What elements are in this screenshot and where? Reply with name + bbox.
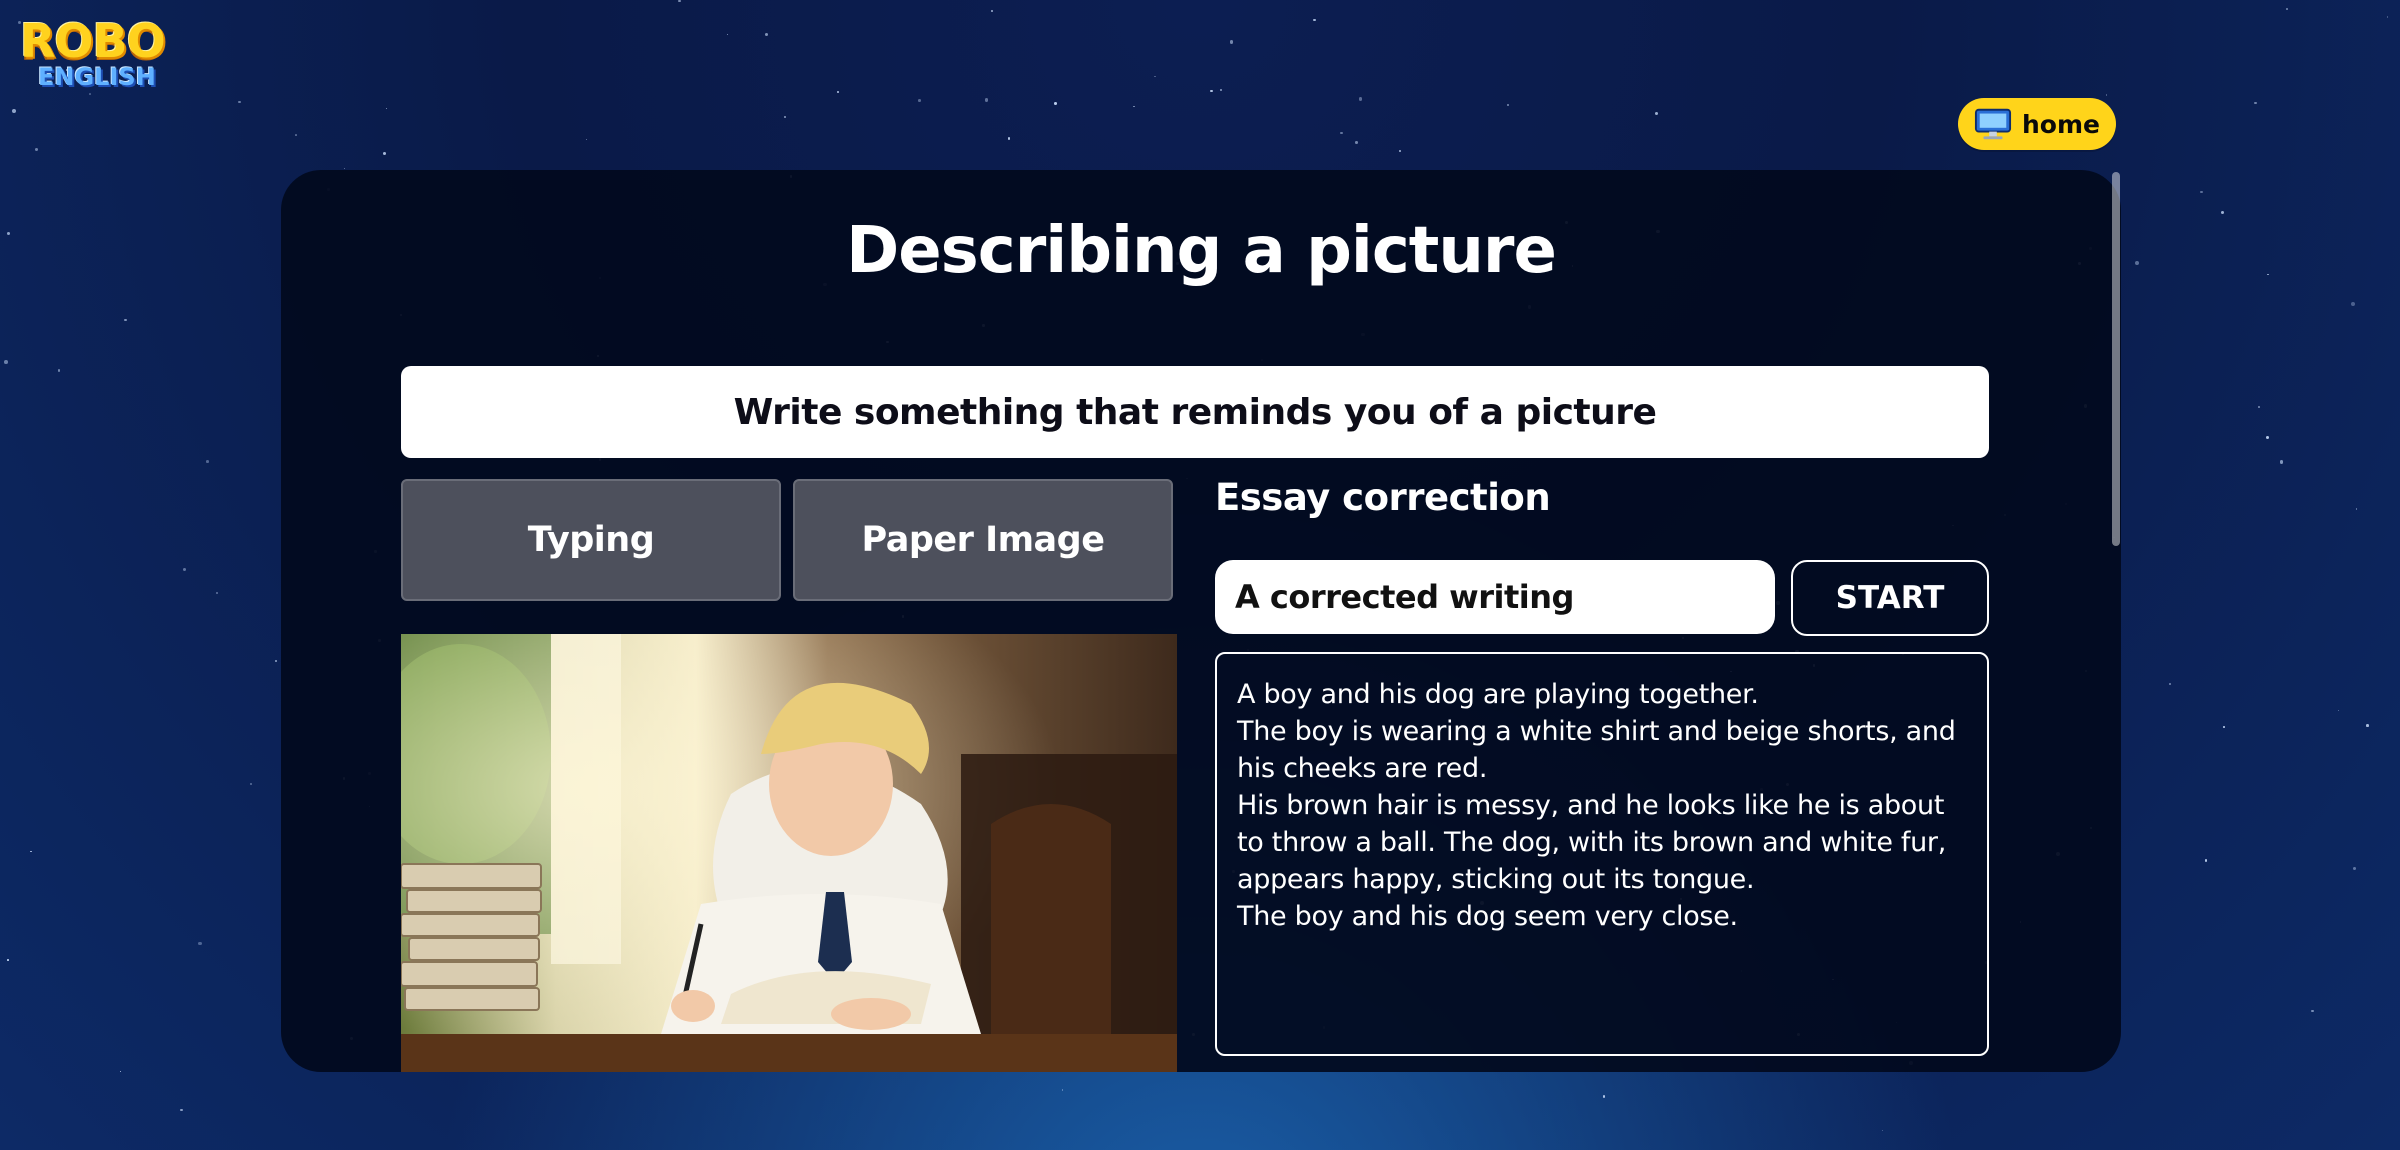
star-dot [295, 134, 298, 136]
logo-text-robo: ROBO [20, 14, 166, 68]
star-dot [1210, 89, 1213, 92]
panel-scrollbar[interactable] [2112, 172, 2120, 546]
star-dot [250, 783, 253, 786]
star-dot [274, 660, 278, 663]
star-dot [2285, 7, 2288, 10]
star-dot [1133, 105, 1135, 108]
essay-textarea[interactable]: A boy and his dog are playing together. … [1215, 652, 1989, 1056]
tab-paper-image-label: Paper Image [861, 520, 1105, 560]
star-dot [237, 100, 241, 104]
star-dot [586, 139, 588, 141]
essay-correction-heading: Essay correction [1215, 476, 1551, 519]
star-dot [6, 232, 10, 236]
correction-mode-field[interactable]: A corrected writing [1215, 560, 1775, 634]
star-dot [1655, 111, 1659, 116]
star-dot [198, 941, 203, 946]
star-dot [216, 592, 219, 595]
home-button[interactable]: home [1958, 98, 2116, 150]
star-dot [2355, 508, 2358, 510]
star-dot [678, 0, 681, 3]
star-dot [1358, 96, 1363, 101]
star-dot [30, 850, 32, 853]
star-dot [119, 1070, 122, 1073]
star-dot [382, 152, 387, 156]
star-dot [1007, 137, 1011, 140]
computer-monitor-icon [1974, 108, 2012, 140]
tab-typing[interactable]: Typing [401, 479, 781, 601]
star-dot [1054, 101, 1058, 105]
prompt-text: Write something that reminds you of a pi… [733, 391, 1657, 433]
star-dot [2267, 273, 2270, 276]
star-dot [12, 109, 17, 114]
star-dot [726, 33, 729, 36]
star-dot [1881, 1130, 1884, 1132]
star-dot [1506, 104, 1509, 107]
star-dot [836, 90, 839, 93]
star-dot [1219, 89, 1222, 92]
star-dot [2338, 709, 2340, 711]
star-dot [2221, 210, 2225, 214]
star-dot [2258, 406, 2260, 409]
star-dot [343, 167, 346, 169]
star-dot [385, 108, 388, 110]
tab-paper-image[interactable]: Paper Image [793, 479, 1173, 601]
star-dot [2279, 460, 2284, 464]
star-dot [2200, 191, 2203, 194]
star-dot [2311, 1009, 2314, 1013]
star-dot [7, 959, 9, 961]
robo-english-logo[interactable]: ROBO ENGLISH [20, 18, 180, 98]
star-dot [991, 9, 994, 13]
star-dot [2350, 301, 2355, 306]
star-dot [1154, 75, 1156, 78]
star-dot [2169, 683, 2172, 685]
star-dot [1602, 1095, 1605, 1098]
prompt-banner: Write something that reminds you of a pi… [401, 366, 1989, 458]
star-dot [784, 116, 786, 118]
star-dot [2204, 859, 2207, 862]
star-dot [984, 98, 989, 102]
star-dot [2386, 16, 2389, 19]
star-dot [180, 1108, 183, 1112]
star-dot [2105, 94, 2107, 96]
correction-mode-value: A corrected writing [1235, 578, 1574, 616]
start-button-label: START [1835, 580, 1945, 616]
star-dot [1340, 131, 1343, 135]
star-dot [2365, 724, 2369, 727]
star-dot [206, 459, 210, 463]
star-dot [2223, 726, 2226, 729]
star-dot [1355, 141, 1359, 144]
star-dot [918, 99, 922, 103]
star-dot [2265, 435, 2270, 440]
home-label: home [2022, 109, 2100, 139]
star-dot [1061, 1089, 1064, 1091]
start-button[interactable]: START [1791, 560, 1989, 636]
star-dot [2135, 261, 2140, 265]
star-dot [1229, 40, 1234, 44]
star-dot [183, 568, 186, 572]
star-dot [2352, 866, 2357, 871]
star-dot [124, 318, 127, 322]
page-title: Describing a picture [846, 214, 1557, 288]
boy-reading-illustration [401, 634, 1177, 1072]
star-dot [57, 368, 61, 372]
tab-typing-label: Typing [527, 520, 655, 560]
star-dot [4, 359, 9, 364]
star-dot [1399, 150, 1401, 153]
main-panel: Describing a picture Write something tha… [281, 170, 2121, 1072]
star-dot [764, 33, 768, 37]
star-dot [1313, 19, 1316, 22]
star-dot [2254, 101, 2257, 105]
star-dot [34, 148, 39, 152]
